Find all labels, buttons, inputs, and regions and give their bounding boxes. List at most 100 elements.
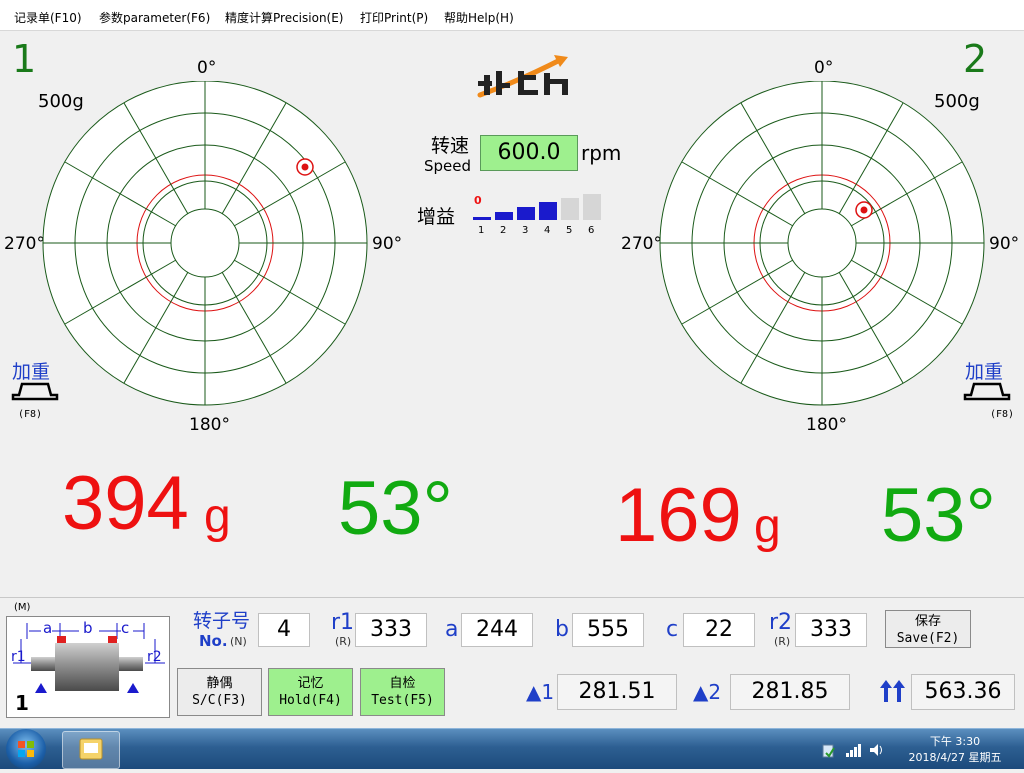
plane1-unit: g xyxy=(204,490,231,543)
hold-button-en: Hold(F4) xyxy=(279,693,342,708)
diagram-index: 1 xyxy=(15,691,29,715)
menu-print[interactable]: 打印Print(P) xyxy=(360,9,428,26)
plane2-unbalance-dot xyxy=(860,206,868,214)
plane1-angle-270: 270° xyxy=(4,234,45,254)
r2-key: (R) xyxy=(774,635,791,648)
menu-parameter[interactable]: 参数parameter(F6) xyxy=(99,9,210,26)
plane2-angle-90: 90° xyxy=(989,234,1020,254)
plane2-amount: 169 xyxy=(615,473,742,558)
plane1-polar-chart xyxy=(42,81,368,406)
hold-button-cn: 记忆 xyxy=(297,676,324,691)
total-value: 563.36 xyxy=(911,674,1015,710)
plane2-add-weight-key: (F8) xyxy=(990,409,1015,420)
diagram-c: c xyxy=(121,619,130,637)
plane2-angle: 53° xyxy=(881,473,996,558)
rotor-diagram[interactable]: a b c r1 r2 1 xyxy=(6,616,170,718)
speed-value: 600.0 xyxy=(480,135,578,171)
plane2-unit: g xyxy=(754,500,781,553)
gain-bar-1[interactable] xyxy=(473,217,491,220)
rotor-no-key: (N) xyxy=(230,635,247,648)
gain-bar-6[interactable] xyxy=(583,194,601,220)
c-label: c xyxy=(666,617,679,642)
sc-button-en: S/C(F3) xyxy=(192,693,247,708)
gain-bar-4[interactable] xyxy=(539,202,557,220)
plane1-weight-icon[interactable] xyxy=(10,381,60,403)
clock-time[interactable]: 下午 3:30 xyxy=(900,733,1010,749)
gain-level-4: 4 xyxy=(544,225,551,236)
gain-level-6: 6 xyxy=(588,225,595,236)
plane2-ring-inner xyxy=(787,208,857,278)
b-field[interactable]: 555 xyxy=(572,613,644,647)
gain-bar-3[interactable] xyxy=(517,207,535,220)
start-button[interactable] xyxy=(6,729,46,769)
sc-button[interactable]: 静偶 S/C(F3) xyxy=(177,668,262,716)
plane2-weight-icon[interactable] xyxy=(962,381,1012,403)
r1-key: (R) xyxy=(335,635,352,648)
r2-label: r2 xyxy=(769,610,793,635)
triangle-icon: ▲ xyxy=(693,680,709,704)
plane1-angle: 53° xyxy=(338,466,453,551)
rotor-no-label-cn: 转子号 xyxy=(193,610,251,632)
hold-button[interactable]: 记忆 Hold(F4) xyxy=(268,668,353,716)
gain-current: 0 xyxy=(474,194,482,207)
measurement-area: 1 500g 0° 90° 180° 270° 加重 (F8) 2 500g 0… xyxy=(0,31,1024,597)
tri2-label-text: 2 xyxy=(708,680,722,704)
app-folder-icon xyxy=(79,738,103,760)
c-field[interactable]: 22 xyxy=(683,613,755,647)
gain-label: 增益 xyxy=(417,206,456,228)
r2-field[interactable]: 333 xyxy=(795,613,867,647)
plane1-angle-90: 90° xyxy=(372,234,403,254)
menu-help[interactable]: 帮助Help(H) xyxy=(444,9,514,26)
menu-precision[interactable]: 精度计算Precision(E) xyxy=(225,9,344,26)
speed-label-cn: 转速 xyxy=(431,135,470,157)
taskbar-app-button[interactable] xyxy=(62,731,120,769)
plane2-add-weight-label[interactable]: 加重 xyxy=(965,357,1003,384)
rotor-no-label-en: No. xyxy=(199,632,228,650)
diagram-r1: r1 xyxy=(11,649,26,665)
save-button-en: Save(F2) xyxy=(896,631,960,646)
plane1-add-weight-label[interactable]: 加重 xyxy=(12,357,50,384)
triangle-icon: ▲ xyxy=(526,680,542,704)
menu-bar: 记录单(F10) 参数parameter(F6) 精度计算Precision(E… xyxy=(0,0,1024,31)
plane2-angle-270: 270° xyxy=(621,234,662,254)
mode-label: (M) xyxy=(14,602,31,613)
plane2-angle-180: 180° xyxy=(806,415,847,435)
gain-bar-5[interactable] xyxy=(561,198,579,220)
total-arrows-icon xyxy=(880,680,905,702)
b-label: b xyxy=(555,617,569,642)
clock-date[interactable]: 2018/4/27 星期五 xyxy=(895,749,1015,765)
r1-label: r1 xyxy=(331,610,355,635)
tray-icons[interactable] xyxy=(820,741,890,759)
tri2-value: 281.85 xyxy=(730,674,850,710)
speed-label-en: Speed xyxy=(424,157,472,175)
test-button-cn: 自检 xyxy=(389,676,416,691)
plane1-unbalance-dot xyxy=(301,163,309,171)
windows-logo-icon xyxy=(18,741,34,757)
tri1-label: ▲1 xyxy=(526,680,554,704)
test-button[interactable]: 自检 Test(F5) xyxy=(360,668,445,716)
gain-level-3: 3 xyxy=(522,225,529,236)
tri2-label: ▲2 xyxy=(693,680,721,704)
plane1-add-weight-key: (F8) xyxy=(18,409,43,420)
r1-field[interactable]: 333 xyxy=(355,613,427,647)
menu-records[interactable]: 记录单(F10) xyxy=(14,9,82,26)
diagram-r2: r2 xyxy=(147,649,162,665)
diagram-b: b xyxy=(83,619,93,637)
diagram-a: a xyxy=(43,619,53,637)
a-field[interactable]: 244 xyxy=(461,613,533,647)
rotor-no-field[interactable]: 4 xyxy=(258,613,310,647)
test-button-en: Test(F5) xyxy=(371,693,434,708)
a-label: a xyxy=(445,617,459,642)
save-button[interactable]: 保存 Save(F2) xyxy=(885,610,971,648)
windows-taskbar: 下午 3:30 2018/4/27 星期五 xyxy=(0,728,1024,769)
plane2-angle-0: 0° xyxy=(814,58,834,78)
plane1-ring-inner xyxy=(170,208,240,278)
brand-logo xyxy=(477,55,568,98)
gain-level-2: 2 xyxy=(500,225,507,236)
tri1-value: 281.51 xyxy=(557,674,677,710)
plane1-amount: 394 xyxy=(62,461,189,546)
gain-bar-2[interactable] xyxy=(495,212,513,220)
sc-button-cn: 静偶 xyxy=(206,676,233,691)
save-button-cn: 保存 xyxy=(914,614,941,629)
plane1-angle-180: 180° xyxy=(189,415,230,435)
